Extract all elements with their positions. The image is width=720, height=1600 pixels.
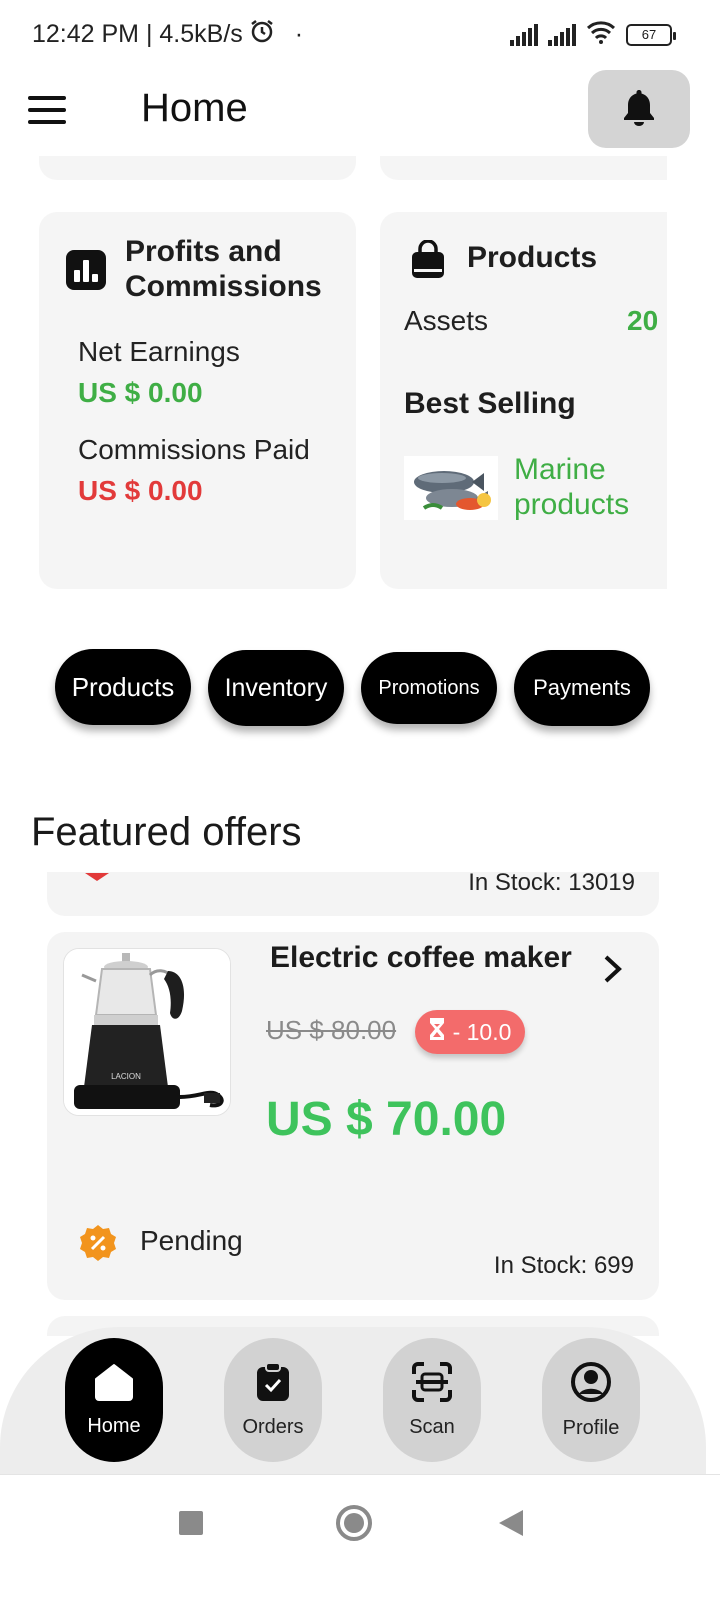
pending-badge-icon xyxy=(79,1224,117,1267)
home-icon xyxy=(94,1363,134,1407)
hourglass-icon xyxy=(429,1017,445,1047)
bell-icon xyxy=(622,88,656,131)
card-stub-right xyxy=(380,156,667,180)
discount-value: - 10.0 xyxy=(452,1018,512,1045)
prev-offer-stock: In Stock: 13019 xyxy=(468,872,635,896)
shopping-bag-icon xyxy=(410,239,446,285)
battery-indicator: 67 xyxy=(626,23,676,46)
scan-icon xyxy=(412,1361,452,1408)
offer-stock: In Stock: 699 xyxy=(493,1252,634,1279)
assets-label: Assets xyxy=(404,305,489,336)
net-earnings-value: US $ 0.00 xyxy=(78,377,203,408)
nav-orders-label: Orders xyxy=(242,1415,304,1438)
status-right: 67 xyxy=(510,20,676,49)
system-nav-bar xyxy=(0,1474,720,1600)
offer-old-price: US $ 80.00 xyxy=(266,1015,397,1045)
nav-home-button[interactable]: Home xyxy=(65,1338,163,1462)
status-bar: 12:42 PM | 4.5kB/s · 67 xyxy=(0,0,720,66)
nav-scan-button[interactable]: Scan xyxy=(383,1338,481,1462)
notifications-button[interactable] xyxy=(588,70,690,148)
card-stub-left xyxy=(39,156,356,180)
profile-icon xyxy=(570,1361,612,1409)
offer-image-brand: LACION xyxy=(111,1072,141,1081)
best-selling-item[interactable]: Marine products xyxy=(514,452,629,522)
nav-orders-button[interactable]: Orders xyxy=(224,1338,322,1462)
profits-card[interactable]: Profits and Commissions Net Earnings US … xyxy=(39,212,356,589)
status-time: 12:42 PM | 4.5kB/s xyxy=(32,20,243,48)
status-dot: · xyxy=(294,20,304,48)
nav-home-label: Home xyxy=(87,1414,141,1437)
nav-scan-label: Scan xyxy=(409,1415,455,1438)
app-header: Home xyxy=(0,66,720,156)
clipboard-check-icon xyxy=(255,1361,291,1408)
offer-status: Pending xyxy=(140,1225,243,1256)
commissions-value: US $ 0.00 xyxy=(78,475,203,506)
back-icon[interactable] xyxy=(498,1509,524,1542)
profits-title-line1: Profits and xyxy=(125,235,282,268)
best-item-line1: Marine xyxy=(514,453,606,486)
commissions-label: Commissions Paid xyxy=(78,434,310,465)
featured-offers-title: Featured offers xyxy=(31,810,302,854)
alarm-icon xyxy=(249,18,275,51)
home-circle-icon[interactable] xyxy=(335,1504,373,1547)
inventory-pill-button[interactable]: Inventory xyxy=(208,650,344,726)
products-pill-button[interactable]: Products xyxy=(55,649,191,725)
page-title: Home xyxy=(141,86,248,130)
discount-badge: - 10.0 xyxy=(415,1010,525,1054)
signal-icon-2 xyxy=(548,23,576,46)
chevron-right-icon[interactable] xyxy=(602,954,624,989)
offer-image: LACION xyxy=(63,948,231,1116)
best-selling-image xyxy=(404,456,498,520)
status-left: 12:42 PM | 4.5kB/s · xyxy=(32,18,303,51)
offer-card-prev[interactable]: In Stock: 13019 xyxy=(47,872,659,916)
menu-icon[interactable] xyxy=(28,96,66,124)
bar-chart-icon xyxy=(66,250,106,295)
profits-card-title: Profits and Commissions xyxy=(125,234,322,304)
best-item-line2: products xyxy=(514,488,630,521)
recent-apps-icon[interactable] xyxy=(178,1510,204,1541)
wifi-icon xyxy=(586,20,616,49)
discount-badge-icon xyxy=(85,872,109,881)
signal-icon xyxy=(510,23,538,46)
products-card[interactable]: Products Assets 20 Best Selling Marine p… xyxy=(380,212,667,589)
nav-profile-button[interactable]: Profile xyxy=(542,1338,640,1462)
profits-title-line2: Commissions xyxy=(125,270,322,303)
assets-value: 20 xyxy=(627,305,659,336)
net-earnings-label: Net Earnings xyxy=(78,336,240,367)
offer-price: US $ 70.00 xyxy=(266,1093,507,1146)
best-selling-label: Best Selling xyxy=(404,387,576,420)
products-card-title: Products xyxy=(467,241,598,274)
nav-profile-label: Profile xyxy=(562,1416,620,1439)
offer-title: Electric coffee maker xyxy=(270,941,572,974)
promotions-pill-button[interactable]: Promotions xyxy=(361,652,497,724)
payments-pill-button[interactable]: Payments xyxy=(514,650,650,726)
